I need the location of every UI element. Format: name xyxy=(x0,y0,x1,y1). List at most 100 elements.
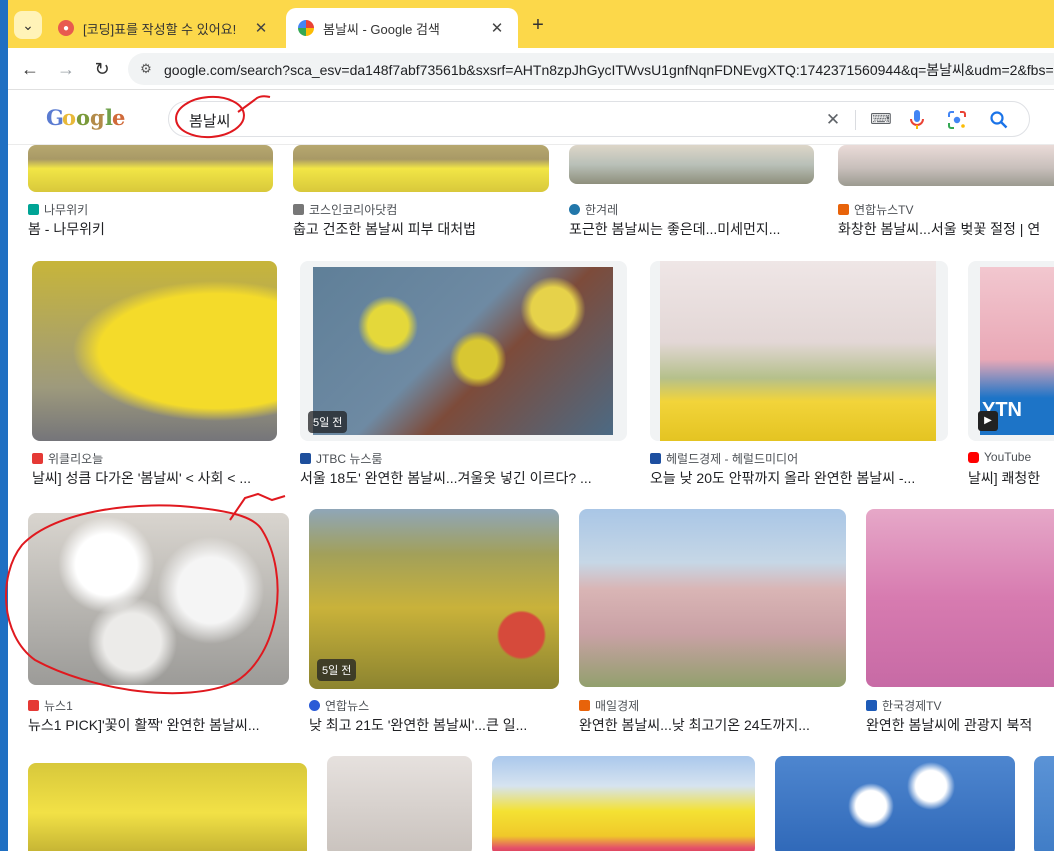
result-caption[interactable]: 춥고 건조한 봄날씨 피부 대처법 xyxy=(293,219,549,239)
result-caption[interactable]: 완연한 봄날씨...낮 최고기온 24도까지... xyxy=(579,715,846,735)
result-caption[interactable]: 서울 18도' 완연한 봄날씨...겨울옷 넣긴 이르다? ... xyxy=(300,468,627,488)
image-result[interactable]: 5일 전 JTBC 뉴스룸 서울 18도' 완연한 봄날씨...겨울옷 넣긴 이… xyxy=(300,261,627,486)
wowtv-icon xyxy=(866,700,877,711)
image-result[interactable]: 5일 전 연합뉴스 낮 최고 21도 '완연한 봄날씨'...큰 일... xyxy=(309,509,559,738)
reload-icon[interactable]: ↻ xyxy=(90,57,114,81)
result-caption[interactable]: 화창한 봄날씨...서울 벚꽃 절정 | 연 xyxy=(838,219,1054,239)
result-source: 연합뉴스TV xyxy=(854,203,914,217)
result-image[interactable] xyxy=(492,756,755,851)
result-caption[interactable]: 오늘 낮 20도 안팎까지 올라 완연한 봄날씨 -... xyxy=(650,468,948,488)
image-result[interactable] xyxy=(1034,756,1054,851)
result-image[interactable] xyxy=(775,756,1015,851)
result-source: 나무위키 xyxy=(44,203,89,217)
google-lens-icon[interactable] xyxy=(945,108,969,132)
image-result[interactable]: 나무위키 봄 - 나무위키 xyxy=(28,145,274,237)
microphone-icon[interactable] xyxy=(905,108,929,132)
image-result[interactable]: 위클리오늘 날씨] 성큼 다가온 '봄날씨' < 사회 < ... xyxy=(32,261,277,486)
image-result[interactable] xyxy=(327,756,472,851)
search-input[interactable]: 봄날씨 xyxy=(189,110,230,131)
site-info-icon[interactable]: ⚙ xyxy=(136,59,156,79)
jtbc-icon xyxy=(300,453,311,464)
result-caption[interactable]: 낮 최고 21도 '완연한 봄날씨'...큰 일... xyxy=(309,715,559,735)
youtube-icon xyxy=(968,451,979,463)
desktop-edge xyxy=(0,0,8,851)
clear-icon[interactable]: ✕ xyxy=(821,108,845,132)
tab-search-button[interactable]: ⌄ xyxy=(14,11,42,39)
result-source: 한겨레 xyxy=(585,203,619,217)
image-result[interactable]: 연합뉴스TV 화창한 봄날씨...서울 벚꽃 절정 | 연 xyxy=(838,145,1054,237)
news1-icon xyxy=(28,700,39,711)
maeil-icon xyxy=(579,700,590,711)
address-bar[interactable]: ⚙ google.com/search?sca_esv=da148f7abf73… xyxy=(128,53,1054,85)
forward-arrow-icon[interactable]: → xyxy=(54,57,78,81)
yonhap-tv-icon xyxy=(838,204,849,215)
result-image[interactable] xyxy=(838,145,1054,186)
image-result[interactable]: YTN ▶ YouTube 날씨] 쾌청한 xyxy=(968,261,1054,486)
search-divider xyxy=(855,110,856,130)
image-results-grid: 나무위키 봄 - 나무위키 코스인코리아닷컴 춥고 건조한 봄날씨 피부 대처법… xyxy=(0,145,1054,851)
red-circle-icon: ● xyxy=(58,20,74,36)
result-caption[interactable]: 날씨] 성큼 다가온 '봄날씨' < 사회 < ... xyxy=(32,468,277,488)
result-source: 한국경제TV xyxy=(882,699,942,713)
tab-title: [코딩]표를 작성할 수 있어요! xyxy=(83,21,237,37)
result-source: 뉴스1 xyxy=(44,699,73,713)
herald-icon xyxy=(650,453,661,464)
age-badge: 5일 전 xyxy=(308,411,348,433)
result-image[interactable] xyxy=(293,145,549,192)
result-image[interactable] xyxy=(650,261,948,441)
result-photo xyxy=(660,261,936,441)
result-caption[interactable]: 완연한 봄날씨에 관광지 북적 xyxy=(866,715,1054,735)
result-source: YouTube xyxy=(984,450,1032,464)
tab-coding[interactable]: ● [코딩]표를 작성할 수 있어요! ✕ xyxy=(46,8,282,48)
tab-title: 봄날씨 - Google 검색 xyxy=(323,21,440,37)
close-icon[interactable]: ✕ xyxy=(252,19,270,37)
result-image[interactable] xyxy=(300,261,627,441)
result-caption[interactable]: 봄 - 나무위키 xyxy=(28,219,274,239)
result-source: 매일경제 xyxy=(595,699,640,713)
url-text[interactable]: google.com/search?sca_esv=da148f7abf7356… xyxy=(164,60,1054,80)
new-tab-button[interactable]: + xyxy=(526,14,550,38)
result-image[interactable] xyxy=(28,513,289,685)
image-result[interactable]: 한국경제TV 완연한 봄날씨에 관광지 북적 xyxy=(866,509,1054,738)
result-image[interactable] xyxy=(1034,756,1054,851)
keyboard-icon[interactable]: ⌨ xyxy=(869,108,893,132)
image-result[interactable]: 헤럴드경제 - 헤럴드미디어 오늘 낮 20도 안팎까지 올라 완연한 봄날씨 … xyxy=(650,261,948,486)
google-doodle-logo[interactable]: G o o g l e xyxy=(44,103,128,135)
image-result[interactable]: 매일경제 완연한 봄날씨...낮 최고기온 24도까지... xyxy=(579,509,846,738)
google-header: G o o g l e 봄날씨 ✕ ⌨ xyxy=(0,91,1054,145)
search-icon[interactable] xyxy=(987,108,1011,132)
result-source: 연합뉴스 xyxy=(325,699,370,713)
image-result[interactable]: 뉴스1 뉴스1 PICK]'꽃이 활짝' 완연한 봄날씨... xyxy=(28,513,289,738)
site-icon xyxy=(293,204,304,215)
browser-toolbar: ← → ↻ ⚙ google.com/search?sca_esv=da148f… xyxy=(0,48,1054,90)
image-result[interactable] xyxy=(775,756,1015,851)
image-result[interactable] xyxy=(28,763,307,851)
search-box[interactable]: 봄날씨 ✕ ⌨ xyxy=(168,101,1030,137)
tab-google-search[interactable]: 봄날씨 - Google 검색 ✕ xyxy=(286,8,518,48)
image-result[interactable] xyxy=(492,756,755,851)
result-source: 위클리오늘 xyxy=(48,452,104,466)
result-caption[interactable]: 날씨] 쾌청한 xyxy=(968,468,1054,488)
result-image[interactable]: YTN ▶ xyxy=(968,261,1054,441)
close-icon[interactable]: ✕ xyxy=(488,19,506,37)
play-icon: ▶ xyxy=(978,411,998,431)
image-result[interactable]: 코스인코리아닷컴 춥고 건조한 봄날씨 피부 대처법 xyxy=(293,145,549,237)
result-image[interactable] xyxy=(327,756,472,851)
result-source: 코스인코리아닷컴 xyxy=(309,203,398,217)
result-image[interactable] xyxy=(579,509,846,687)
yonhap-icon xyxy=(309,700,320,711)
result-caption[interactable]: 뉴스1 PICK]'꽃이 활짝' 완연한 봄날씨... xyxy=(28,715,289,735)
result-image[interactable] xyxy=(569,145,814,184)
result-caption[interactable]: 포근한 봄날씨는 좋은데...미세먼지... xyxy=(569,219,813,239)
hani-icon xyxy=(569,204,580,215)
namuwiki-icon xyxy=(28,204,39,215)
site-icon xyxy=(32,453,43,464)
result-image[interactable] xyxy=(28,763,307,851)
result-image[interactable] xyxy=(32,261,277,441)
result-source: JTBC 뉴스룸 xyxy=(316,452,383,466)
result-image[interactable] xyxy=(866,509,1054,687)
result-photo xyxy=(313,267,613,435)
back-arrow-icon[interactable]: ← xyxy=(18,57,42,81)
image-result[interactable]: 한겨레 포근한 봄날씨는 좋은데...미세먼지... xyxy=(569,145,815,237)
result-image[interactable] xyxy=(28,145,273,192)
